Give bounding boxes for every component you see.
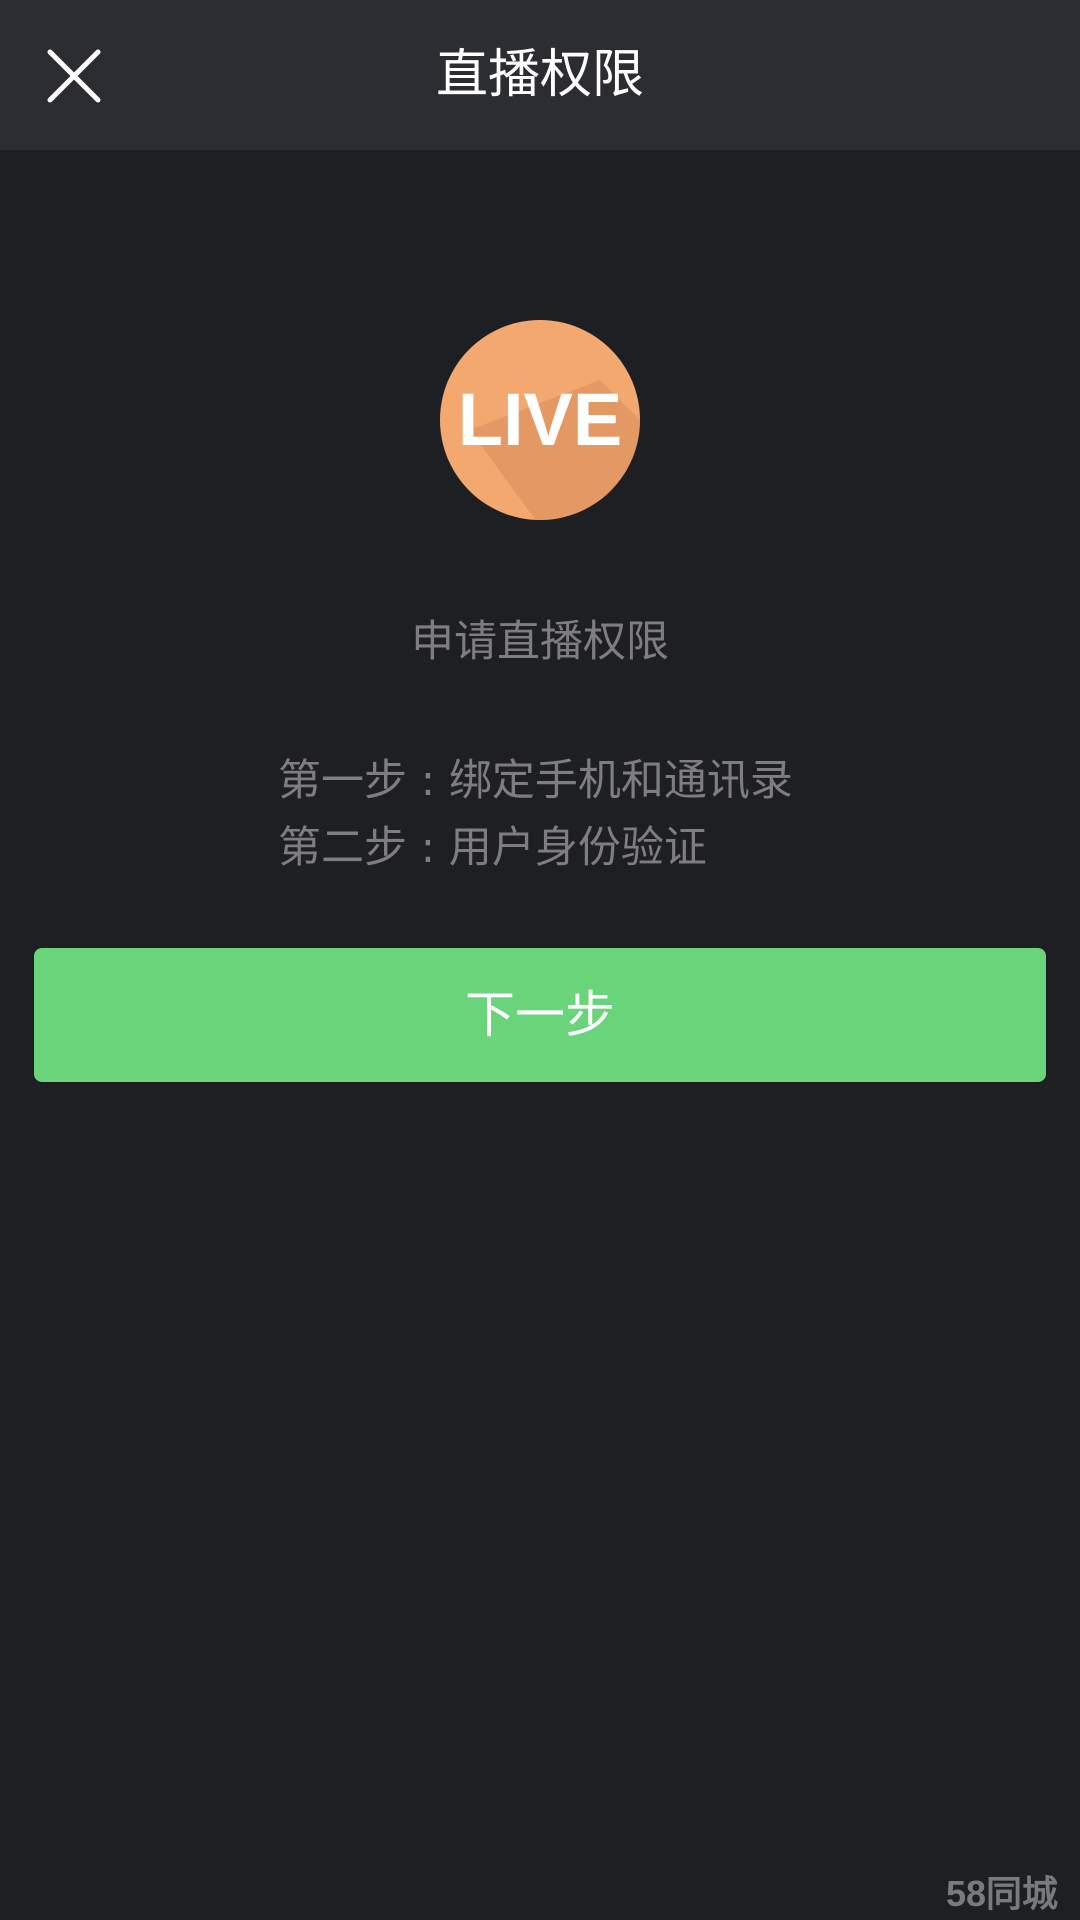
apply-title: 申请直播权限 (411, 617, 669, 667)
live-logo-text: LIVE (458, 378, 622, 461)
step-item: 第二步 : 用户身份验证 (278, 823, 707, 873)
next-step-button[interactable]: 下一步 (34, 948, 1046, 1082)
live-logo: LIVE (440, 320, 640, 520)
step-item: 第一步 : 绑定手机和通讯录 (278, 756, 793, 806)
page-title: 直播权限 (435, 45, 644, 105)
top-nav-bar: 直播权限 (0, 0, 1080, 150)
live-logo-icon: LIVE (440, 320, 640, 520)
steps-list: 第一步 : 绑定手机和通讯录 第二步 : 用户身份验证 (278, 748, 793, 882)
live-permission-screen: 直播权限 LIVE 申请直播权限 第一步 : 绑定手机和通讯录 第二步 : 用户… (0, 0, 1080, 1920)
watermark-logo: 58同城 (945, 1873, 1058, 1914)
